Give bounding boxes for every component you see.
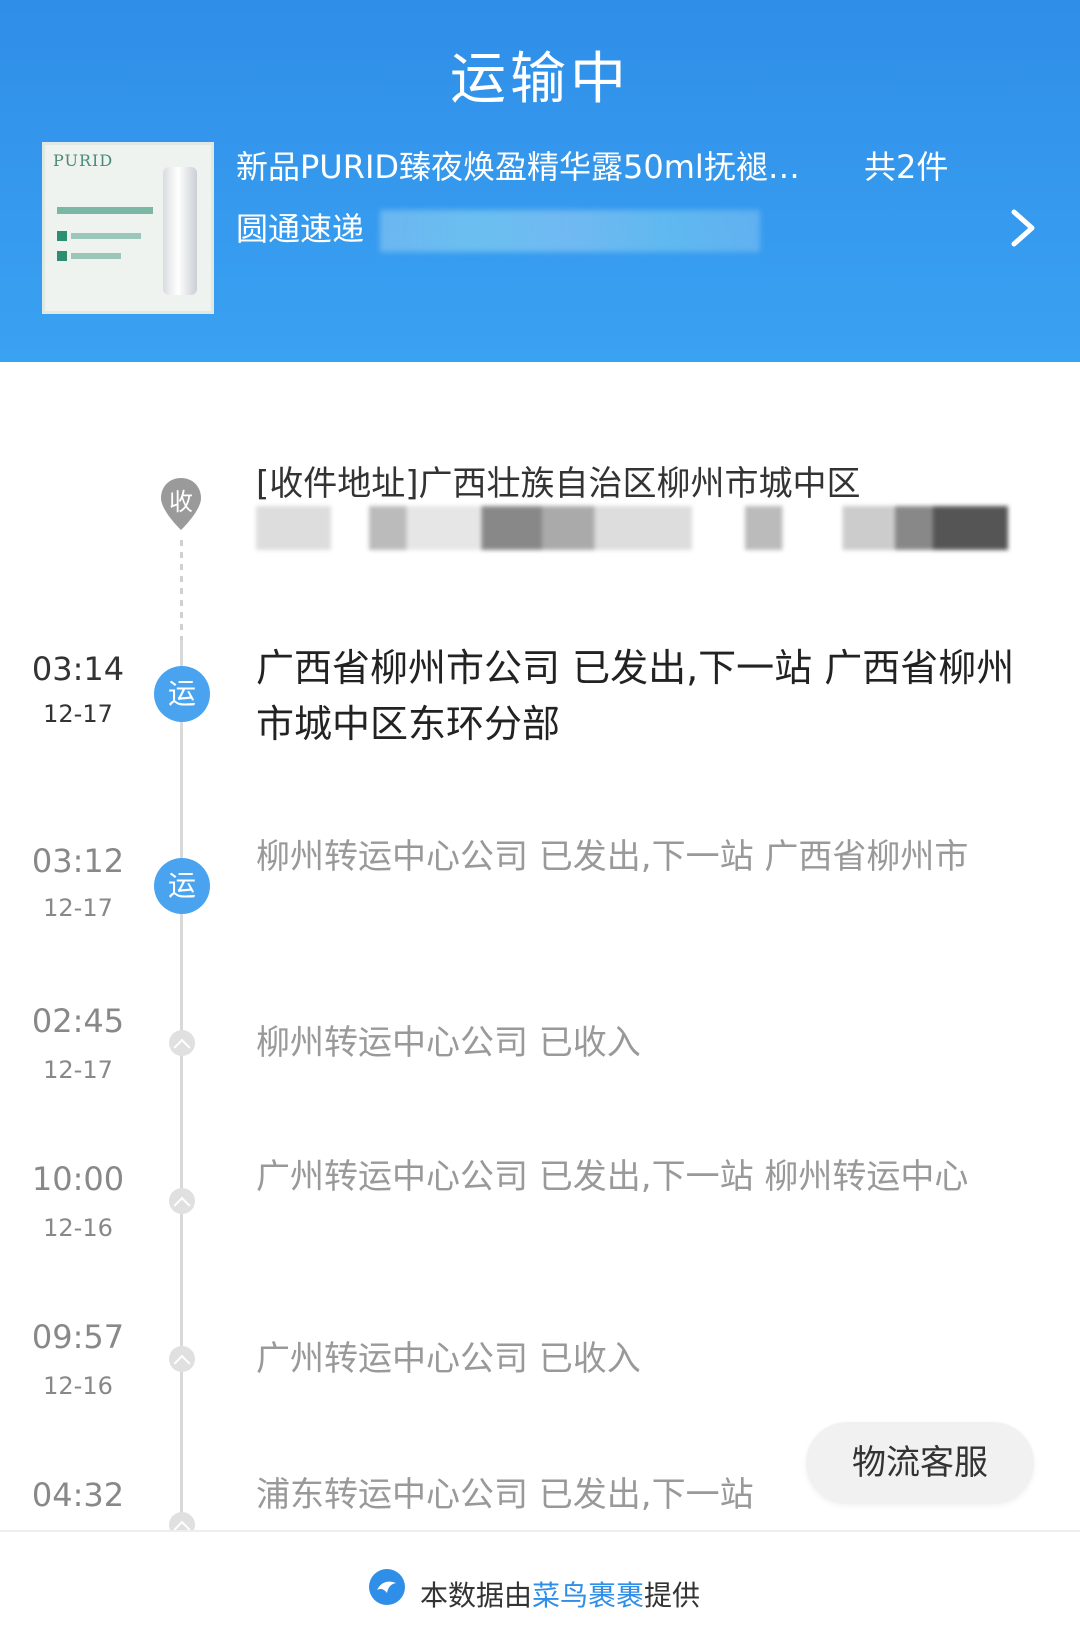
transit-node-icon: 运	[154, 666, 210, 722]
cainiao-logo-icon	[369, 1569, 405, 1605]
event-description: 柳州转运中心公司 已收入	[256, 1023, 641, 1063]
transit-node-icon: 运	[154, 858, 210, 914]
event-date: 12-16	[43, 1214, 113, 1242]
thumbnail-decor	[71, 253, 121, 259]
footer-suffix: 提供	[644, 1579, 701, 1612]
event-description: 柳州转运中心公司 已发出,下一站 广西省柳州市	[256, 837, 969, 877]
collapsed-node-icon	[169, 1346, 195, 1372]
timeline-dashed-line	[180, 540, 183, 640]
footer: 本数据由菜鸟裹裹提供	[0, 1530, 1080, 1640]
event-time: 09:57	[31, 1318, 125, 1356]
thumbnail-decor	[57, 207, 153, 214]
thumbnail-decor	[57, 231, 67, 241]
cainiao-link[interactable]: 菜鸟裹裹	[532, 1579, 644, 1612]
header: 运输中 PURID 新品PURID臻夜焕盈精华露50ml抚褪… 共2件 圆通速递	[0, 0, 1080, 362]
event-time: 02:45	[31, 1002, 125, 1040]
event-time: 03:12	[31, 842, 125, 880]
chevron-right-icon[interactable]	[1008, 206, 1038, 250]
product-name[interactable]: 新品PURID臻夜焕盈精华露50ml抚褪…	[236, 142, 836, 190]
event-date: 12-17	[43, 894, 113, 922]
product-thumbnail[interactable]: PURID	[42, 142, 214, 314]
event-description: 广西省柳州市公司 已发出,下一站 广西省柳州市城中区东环分部	[256, 646, 1015, 746]
event-date: 12-17	[43, 1056, 113, 1084]
event-time: 10:00	[31, 1160, 125, 1198]
shipping-status-title: 运输中	[450, 47, 630, 112]
collapsed-node-icon	[169, 1512, 195, 1530]
timeline-line	[180, 640, 183, 1530]
receiving-address: [收件地址]广西壮族自治区柳州市城中区	[256, 464, 861, 504]
event-time: 03:14	[31, 650, 125, 688]
thumbnail-decor	[71, 233, 141, 239]
product-count: 共2件	[864, 148, 949, 186]
data-source-note: 本数据由菜鸟裹裹提供	[420, 1574, 700, 1614]
thumbnail-bottle	[163, 167, 197, 295]
event-date: 12-16	[43, 1372, 113, 1400]
collapsed-node-icon	[169, 1030, 195, 1056]
thumbnail-brand: PURID	[53, 151, 114, 170]
event-description: 广州转运中心公司 已收入	[256, 1339, 641, 1379]
event-description: 广州转运中心公司 已发出,下一站 柳州转运中心	[256, 1157, 969, 1197]
logistics-customer-service-button[interactable]: 物流客服	[806, 1422, 1034, 1504]
thumbnail-decor	[57, 251, 67, 261]
tracking-number-redacted	[380, 210, 760, 252]
carrier-name: 圆通速递	[236, 210, 365, 248]
event-time: 04:32	[31, 1476, 125, 1514]
collapsed-node-icon	[169, 1188, 195, 1214]
address-redacted	[256, 506, 1008, 550]
footer-prefix: 本数据由	[420, 1579, 533, 1612]
event-date: 12-17	[43, 700, 113, 728]
receive-pin-label: 收	[169, 488, 193, 516]
